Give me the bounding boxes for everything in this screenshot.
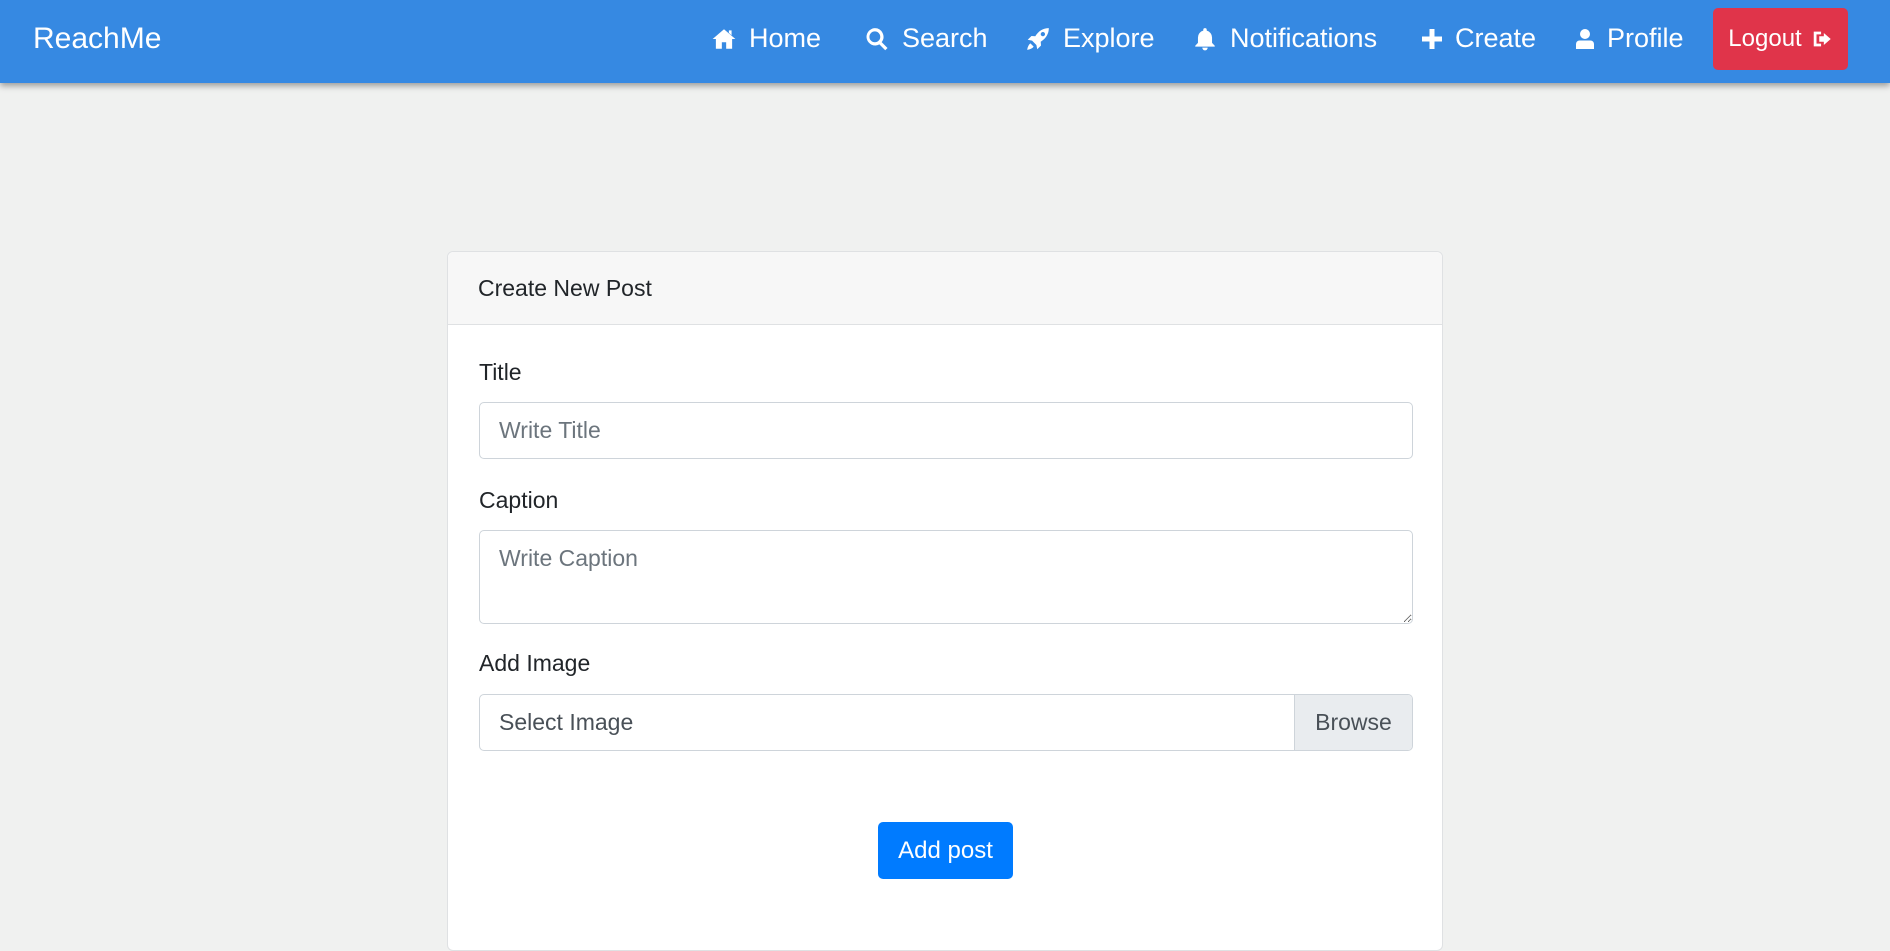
search-icon	[862, 24, 892, 54]
brand-logo[interactable]: ReachMe	[33, 0, 161, 77]
nav-explore-label: Explore	[1063, 23, 1155, 53]
plus-icon	[1420, 24, 1444, 54]
nav-explore[interactable]: Explore	[1023, 0, 1155, 77]
top-navbar: ReachMe Home Search Explore Notification…	[0, 0, 1890, 83]
user-icon	[1573, 24, 1597, 54]
caption-label: Caption	[479, 487, 559, 513]
add-image-label: Add Image	[479, 650, 591, 676]
nav-create-label: Create	[1455, 23, 1537, 53]
browse-button[interactable]: Browse	[1294, 695, 1412, 750]
card-header: Create New Post	[448, 252, 1442, 325]
file-input-text: Select Image	[499, 709, 634, 735]
nav-search-label: Search	[902, 23, 988, 53]
create-post-card: Create New Post Title Caption Add Image …	[447, 251, 1443, 951]
title-input[interactable]	[479, 402, 1413, 459]
nav-home[interactable]: Home	[709, 0, 821, 77]
logout-label: Logout	[1728, 25, 1802, 52]
home-icon	[709, 24, 739, 54]
add-post-button[interactable]: Add post	[878, 822, 1013, 879]
title-label: Title	[479, 359, 522, 385]
bell-icon	[1190, 24, 1220, 54]
nav-home-label: Home	[749, 23, 822, 53]
nav-search[interactable]: Search	[862, 0, 988, 77]
image-file-input[interactable]: Select Image Browse	[479, 694, 1413, 751]
nav-notifications-label: Notifications	[1230, 23, 1378, 53]
nav-create[interactable]: Create	[1420, 0, 1536, 77]
nav-profile-label: Profile	[1607, 23, 1684, 53]
logout-button[interactable]: Logout	[1713, 8, 1848, 70]
caption-textarea[interactable]	[479, 530, 1413, 624]
rocket-icon	[1023, 24, 1053, 54]
sign-out-icon	[1811, 28, 1833, 50]
nav-notifications[interactable]: Notifications	[1190, 0, 1377, 77]
nav-profile[interactable]: Profile	[1573, 0, 1684, 77]
